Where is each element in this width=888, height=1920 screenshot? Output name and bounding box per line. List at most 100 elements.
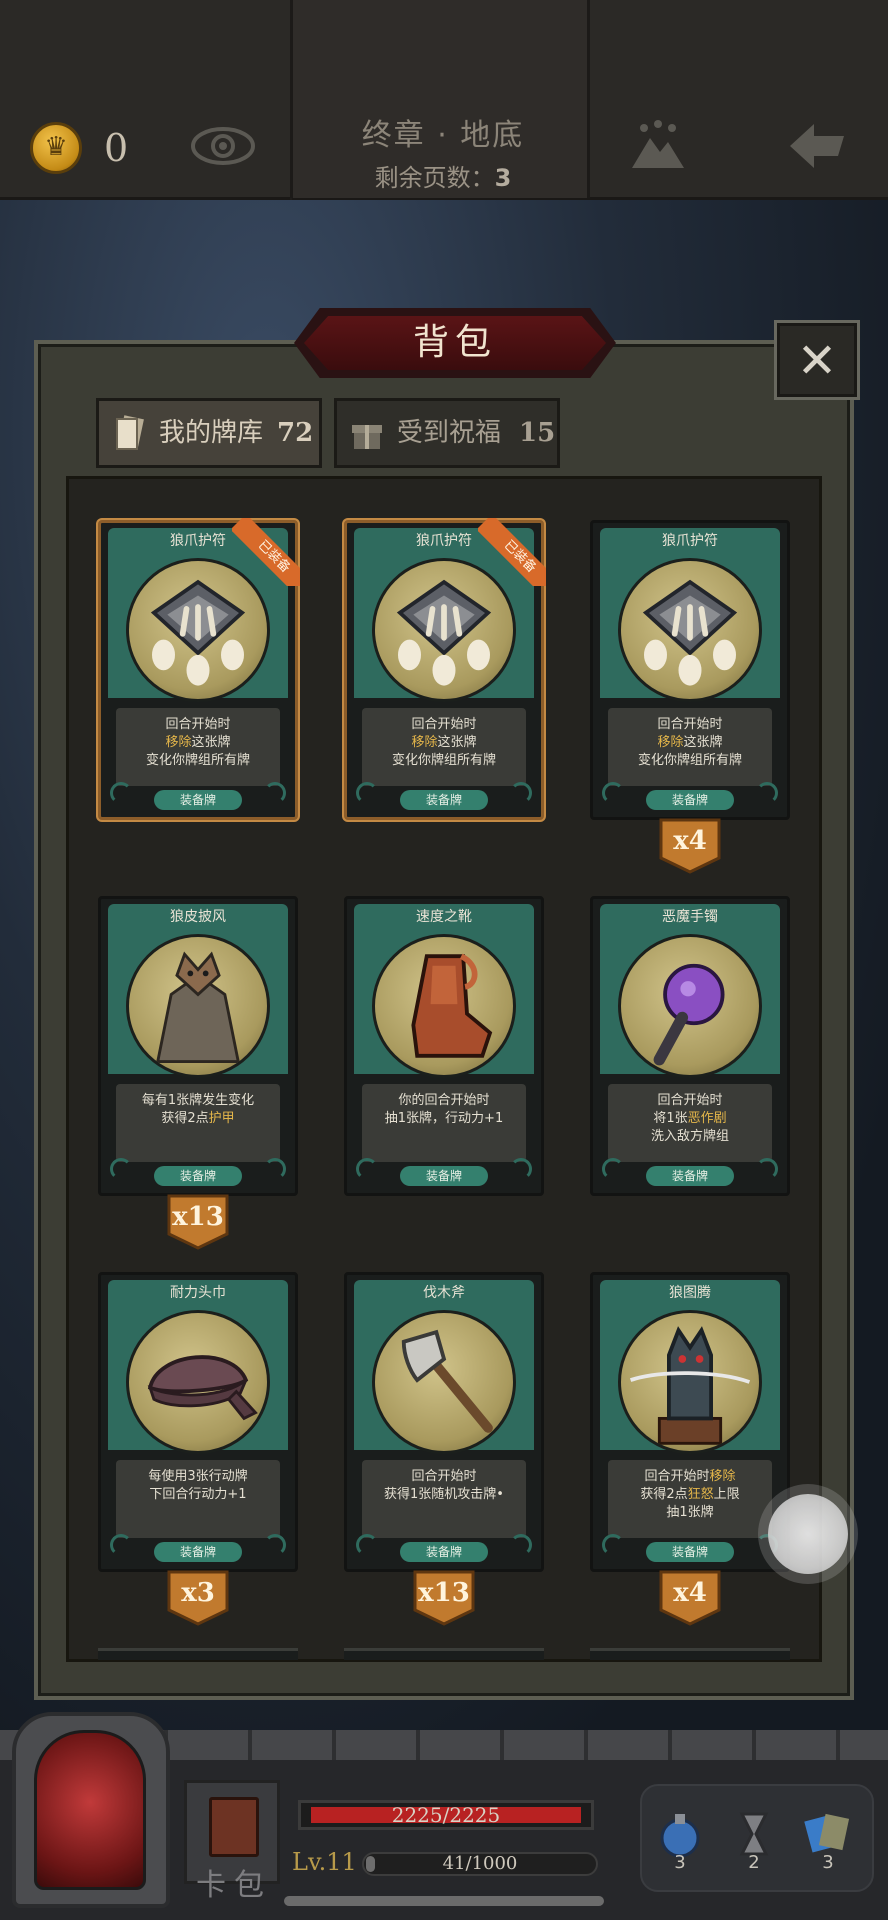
- card-count-badge: x13: [413, 1570, 475, 1626]
- card-art: [126, 934, 270, 1078]
- card-description-line: 回合开始时: [411, 1469, 477, 1484]
- card-type-label: 装备牌: [646, 1542, 734, 1562]
- card-description-line: 回合开始时: [657, 717, 723, 732]
- map-icon[interactable]: [628, 118, 688, 174]
- pages-left: 剩余页数：3: [290, 158, 596, 193]
- card-description-line: 回合开始时: [165, 717, 231, 732]
- card-description-line: 回合开始时: [411, 717, 477, 732]
- card-type-label: 装备牌: [400, 790, 488, 810]
- card-art: [372, 934, 516, 1078]
- equipment-card[interactable]: 狼爪护符 回合开始时 移除这张牌 变化你牌组所有牌 装备牌 已装备: [98, 518, 300, 820]
- card-description: 回合开始时移除 获得2点狂怒上限 抽1张牌: [608, 1460, 772, 1538]
- close-button[interactable]: ✕: [774, 320, 860, 400]
- card-art: [618, 934, 762, 1078]
- card-swirl-decoration: [110, 782, 132, 804]
- equipment-card[interactable]: 狼皮披风 每有1张牌发生变化 获得2点护甲 装备牌 x13: [98, 896, 298, 1250]
- equipped-ribbon: 已装备: [478, 518, 546, 586]
- card-description-line: 变化你牌组所有牌: [637, 753, 742, 768]
- card-type-label: 装备牌: [154, 1542, 242, 1562]
- card-description-line: 移除这张牌: [657, 735, 723, 750]
- card-swirl-decoration: [602, 782, 624, 804]
- coin-icon: [30, 122, 82, 174]
- card-type-label: 装备牌: [400, 1542, 488, 1562]
- card-name: 狼皮披风: [170, 909, 226, 925]
- card-description-line: 回合开始时移除: [644, 1469, 736, 1484]
- equipment-card[interactable]: 恶魔手镯 回合开始时 将1张恶作剧 洗入敌方牌组 装备牌: [590, 896, 790, 1196]
- tab-my-deck[interactable]: 我的牌库 72: [96, 398, 322, 468]
- card-description-line: 你的回合开始时: [398, 1093, 490, 1108]
- card-description: 回合开始时 移除这张牌 变化你牌组所有牌: [362, 708, 526, 786]
- equipment-card[interactable]: 耐力头巾 每使用3张行动牌 下回合行动力+1 装备牌 x3: [98, 1272, 298, 1626]
- card-name: 狼图腾: [669, 1285, 711, 1301]
- card-name: 伐木斧: [423, 1285, 465, 1301]
- card-description-line: 每使用3张行动牌: [148, 1469, 248, 1484]
- card-name: 恶魔手镯: [662, 909, 718, 925]
- card-count: x4: [673, 826, 707, 856]
- book-icon: [209, 1797, 259, 1857]
- card-type-label: 装备牌: [154, 1166, 242, 1186]
- card-swirl-decoration: [510, 1534, 532, 1556]
- card-swirl-decoration: [264, 1158, 286, 1180]
- card-art: [126, 1310, 270, 1454]
- equipment-card[interactable]: 狼爪护符 回合开始时 移除这张牌 变化你牌组所有牌 装备牌 x4: [590, 520, 790, 874]
- card-description: 每有1张牌发生变化 获得2点护甲: [116, 1084, 280, 1162]
- potion-count: 3: [674, 1852, 686, 1873]
- card-description-line: 获得1张随机攻击牌•: [384, 1487, 504, 1502]
- card-description: 你的回合开始时 抽1张牌，行动力+1: [362, 1084, 526, 1162]
- partial-card: [590, 1648, 790, 1660]
- level-label: Lv.11: [292, 1848, 357, 1876]
- card-count: x13: [418, 1578, 470, 1608]
- card-description-line: 将1张恶作剧: [653, 1111, 727, 1126]
- partial-card: [98, 1648, 298, 1660]
- coin-count: 0: [104, 126, 129, 170]
- cardpack-label: 卡包: [196, 1868, 272, 1903]
- card-stack-icon: [116, 415, 144, 450]
- card-swirl-decoration: [356, 1534, 378, 1556]
- bag-title: 背包: [412, 322, 497, 363]
- equipment-card[interactable]: 狼图腾回合开始时移除 获得2点狂怒上限 抽1张牌装备牌 x4: [590, 1272, 790, 1626]
- card-swirl-decoration: [110, 1534, 132, 1556]
- equipment-card[interactable]: 速度之靴 你的回合开始时 抽1张牌，行动力+1 装备牌: [344, 896, 544, 1196]
- equipment-card[interactable]: 狼爪护符 回合开始时 移除这张牌 变化你牌组所有牌 装备牌 已装备: [344, 518, 546, 820]
- card-art: [618, 558, 762, 702]
- hero-portrait: [34, 1730, 146, 1890]
- tab-blessings[interactable]: 受到祝福 15: [334, 398, 560, 468]
- tab-blessings-count: 15: [519, 418, 556, 448]
- card-art: [618, 1310, 762, 1454]
- back-arrow-icon[interactable]: [786, 118, 848, 174]
- eye-icon[interactable]: [190, 124, 256, 168]
- cards-count: 3: [822, 1852, 834, 1873]
- tab-my-deck-count: 72: [277, 418, 314, 448]
- virtual-joystick[interactable]: [768, 1494, 848, 1574]
- card-name: 耐力头巾: [170, 1285, 226, 1301]
- equipment-card[interactable]: 伐木斧回合开始时获得1张随机攻击牌• 装备牌 x13: [344, 1272, 544, 1626]
- card-name: 速度之靴: [416, 909, 472, 925]
- hp-text: 2225/2225: [391, 1803, 501, 1827]
- chapter-title: 终章 · 地底: [361, 118, 525, 153]
- card-description-line: 获得2点狂怒上限: [640, 1487, 740, 1502]
- card-description-line: 下回合行动力+1: [149, 1487, 247, 1502]
- card-description-line: 每有1张牌发生变化: [141, 1093, 255, 1108]
- card-count-badge: x4: [659, 818, 721, 874]
- card-swirl-decoration: [264, 1534, 286, 1556]
- card-swirl-decoration: [356, 1158, 378, 1180]
- card-type-label: 装备牌: [646, 790, 734, 810]
- card-description-line: 洗入敌方牌组: [650, 1129, 729, 1144]
- xp-text: 41/1000: [442, 1853, 518, 1874]
- card-description-line: 获得2点护甲: [161, 1111, 235, 1126]
- card-swirl-decoration: [756, 782, 778, 804]
- gift-icon: [352, 425, 382, 449]
- card-swirl-decoration: [510, 1158, 532, 1180]
- card-description-line: 抽1张牌，行动力+1: [384, 1111, 504, 1126]
- card-swirl-decoration: [110, 1158, 132, 1180]
- partial-card: [344, 1648, 544, 1660]
- home-indicator[interactable]: [284, 1896, 604, 1906]
- equipped-label: 已装备: [478, 518, 546, 586]
- card-count-badge: x4: [659, 1570, 721, 1626]
- card-type-label: 装备牌: [154, 790, 242, 810]
- card-swirl-decoration: [510, 782, 532, 804]
- card-description: 回合开始时移除这张牌变化你牌组所有牌: [608, 708, 772, 786]
- card-description-line: 移除这张牌: [165, 735, 231, 750]
- card-type-label: 装备牌: [646, 1166, 734, 1186]
- card-description: 回合开始时 移除这张牌 变化你牌组所有牌: [116, 708, 280, 786]
